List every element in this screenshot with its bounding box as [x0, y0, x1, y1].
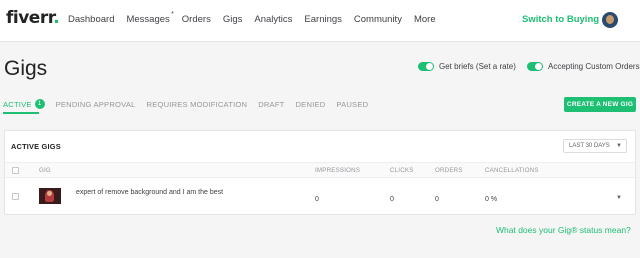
column-header-orders: ORDERS [435, 167, 463, 174]
nav-item-messages-label: Messages [126, 14, 170, 25]
nav-item-community[interactable]: Community [354, 14, 402, 25]
nav-item-orders[interactable]: Orders [182, 14, 211, 25]
column-header-gig: GIG [39, 167, 51, 174]
nav-item-dashboard[interactable]: Dashboard [68, 14, 114, 25]
tab-denied[interactable]: DENIED [296, 99, 326, 109]
unread-indicator: * [171, 11, 174, 18]
gig-impressions: 0 [315, 196, 319, 203]
table-row: expert of remove background and I am the… [5, 179, 635, 214]
tab-active-count-badge: 1 [34, 99, 45, 109]
logo-text: fiverr [6, 8, 54, 28]
nav-item-analytics[interactable]: Analytics [254, 14, 292, 25]
row-actions-dropdown-icon[interactable]: ▼ [616, 195, 622, 201]
panel-title: ACTIVE GIGS [11, 142, 61, 151]
get-briefs-label[interactable]: Get briefs (Set a rate) [439, 62, 516, 71]
gig-thumbnail[interactable] [39, 188, 61, 204]
tab-active-label: ACTIVE [3, 99, 32, 109]
get-briefs-toggle-group: Get briefs (Set a rate) [418, 62, 516, 71]
date-range-value: LAST 30 DAYS [569, 143, 610, 149]
fiverr-logo[interactable]: fiverr. [6, 8, 60, 28]
gig-orders: 0 [435, 196, 439, 203]
user-avatar[interactable] [602, 12, 618, 28]
nav-item-more[interactable]: More [414, 14, 436, 25]
top-navigation-bar: fiverr. Dashboard Messages * Orders Gigs … [0, 0, 640, 42]
nav-item-earnings[interactable]: Earnings [304, 14, 342, 25]
gig-title-link[interactable]: expert of remove background and I am the… [76, 188, 226, 198]
main-nav: Dashboard Messages * Orders Gigs Analytic… [68, 11, 436, 25]
tab-draft[interactable]: DRAFT [258, 99, 284, 109]
column-header-cancellations: CANCELLATIONS [485, 167, 539, 174]
custom-orders-toggle[interactable] [527, 62, 543, 71]
gig-status-help-link[interactable]: What does your Gig® status mean? [496, 225, 631, 235]
select-all-checkbox[interactable] [12, 167, 19, 174]
column-header-impressions: IMPRESSIONS [315, 167, 361, 174]
custom-orders-toggle-group: Accepting Custom Orders [527, 62, 640, 71]
create-new-gig-button[interactable]: CREATE A NEW GIG [564, 97, 636, 112]
chevron-down-icon: ▼ [616, 143, 622, 149]
gig-clicks: 0 [390, 196, 394, 203]
gig-cancellations: 0 % [485, 196, 498, 203]
tab-pending-approval[interactable]: PENDING APPROVAL [56, 99, 136, 109]
switch-to-buying-link[interactable]: Switch to Buying [522, 14, 599, 25]
tab-paused[interactable]: PAUSED [336, 99, 368, 109]
page-title: Gigs [4, 57, 48, 80]
active-tab-indicator [3, 112, 39, 114]
active-gigs-panel: ACTIVE GIGS LAST 30 DAYS ▼ GIG IMPRESSIO… [4, 130, 636, 215]
custom-orders-label: Accepting Custom Orders [548, 62, 640, 71]
table-header: GIG IMPRESSIONS CLICKS ORDERS CANCELLATI… [5, 162, 635, 178]
logo-dot: . [53, 8, 60, 28]
nav-item-gigs[interactable]: Gigs [223, 14, 243, 25]
row-checkbox[interactable] [12, 193, 19, 200]
gig-status-tabs: ACTIVE 1 PENDING APPROVAL REQUIRES MODIF… [3, 99, 368, 109]
date-range-select[interactable]: LAST 30 DAYS ▼ [563, 139, 627, 153]
nav-item-messages[interactable]: Messages * [126, 11, 173, 25]
column-header-clicks: CLICKS [390, 167, 414, 174]
tab-active[interactable]: ACTIVE 1 [3, 99, 45, 109]
tab-requires-modification[interactable]: REQUIRES MODIFICATION [147, 99, 248, 109]
get-briefs-toggle[interactable] [418, 62, 434, 71]
